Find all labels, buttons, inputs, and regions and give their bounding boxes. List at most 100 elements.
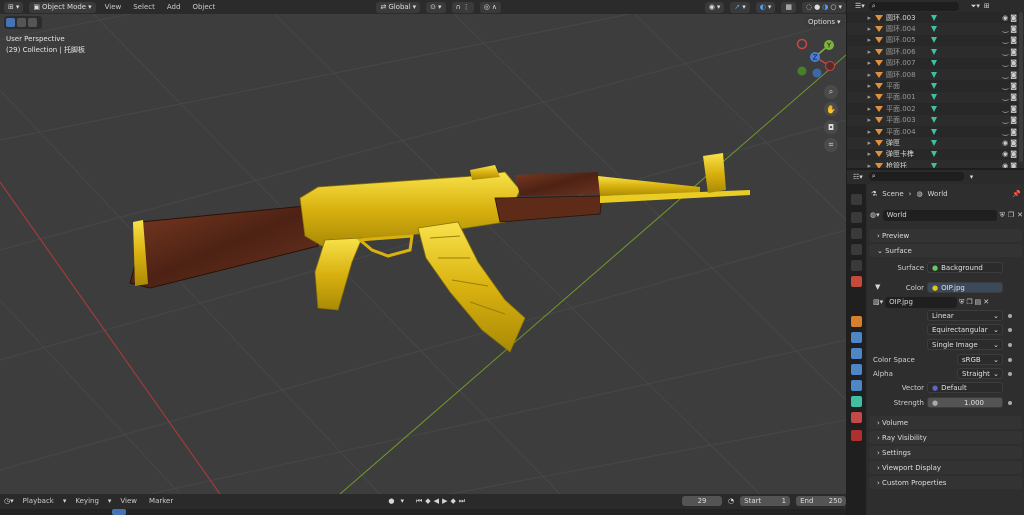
material-shading-icon[interactable]: ◑: [822, 3, 828, 11]
camera-icon[interactable]: ◙: [1010, 93, 1017, 101]
eye-closed-icon[interactable]: ‿: [1003, 128, 1009, 136]
rendered-shading-icon[interactable]: ○: [830, 3, 836, 11]
keyframe-dot[interactable]: [1008, 328, 1012, 332]
modifier-tab-icon[interactable]: [851, 332, 862, 343]
volume-panel[interactable]: › Volume: [869, 416, 1022, 429]
outliner-scrollbar[interactable]: [1019, 12, 1023, 162]
solid-shading-icon[interactable]: ●: [814, 3, 820, 11]
eye-closed-icon[interactable]: ‿: [1003, 93, 1009, 101]
world-tab-icon[interactable]: [851, 276, 862, 287]
outliner-search-input[interactable]: ⌕: [868, 1, 959, 11]
playhead[interactable]: [112, 509, 126, 515]
unlink-icon[interactable]: ✕: [1017, 211, 1023, 219]
select-tool-box[interactable]: [4, 16, 42, 29]
particles-tab-icon[interactable]: [851, 348, 862, 359]
timeline-ruler[interactable]: [0, 509, 846, 515]
select-mode-extend-icon[interactable]: [28, 18, 37, 27]
outliner-editor-icon[interactable]: ☰▾: [855, 2, 865, 10]
ray-visibility-panel[interactable]: › Ray Visibility: [869, 431, 1022, 444]
settings-panel[interactable]: › Settings: [869, 446, 1022, 459]
eye-closed-icon[interactable]: ‿: [1003, 105, 1009, 113]
record-icon[interactable]: ●: [388, 497, 394, 505]
eye-closed-icon[interactable]: ‿: [1003, 25, 1009, 33]
overlays-button[interactable]: ◐ ▾: [755, 1, 776, 13]
vector-field[interactable]: ● Default: [927, 382, 1003, 393]
custom-properties-panel[interactable]: › Custom Properties: [869, 476, 1022, 489]
expand-arrow-icon[interactable]: ▸: [847, 71, 875, 79]
scene-tab-icon[interactable]: [851, 260, 862, 271]
camera-icon[interactable]: ◙: [1010, 162, 1017, 168]
camera-icon[interactable]: ◙: [1010, 71, 1017, 79]
outliner-row[interactable]: ▸ 平面.004 ‿ ◙: [847, 126, 1024, 137]
new-collection-icon[interactable]: ⊞: [984, 2, 990, 10]
expand-arrow-icon[interactable]: ▸: [847, 36, 875, 44]
tool-tab-icon[interactable]: [851, 194, 862, 205]
camera-icon[interactable]: ◙: [1010, 116, 1017, 124]
eye-icon[interactable]: ◉: [1002, 14, 1008, 22]
alpha-dropdown[interactable]: Straight ⌄: [957, 368, 1003, 379]
menu-object[interactable]: Object: [189, 3, 218, 11]
clock-icon[interactable]: ◔: [728, 497, 734, 505]
world-name-field[interactable]: World: [882, 209, 997, 221]
physics-tab-icon[interactable]: [851, 364, 862, 375]
object-tab-icon[interactable]: [851, 316, 862, 327]
expand-arrow-icon[interactable]: ▸: [847, 150, 875, 158]
expand-arrow-icon[interactable]: ▸: [847, 25, 875, 33]
mode-dropdown[interactable]: ▣ Object Mode ▾: [29, 1, 96, 13]
strength-field[interactable]: ● 1.000: [927, 397, 1003, 408]
expand-arrow-icon[interactable]: ▸: [847, 139, 875, 147]
proportional-edit-button[interactable]: ◎ ∧: [479, 1, 501, 13]
output-tab-icon[interactable]: [851, 228, 862, 239]
outliner-row[interactable]: ▸ 圆环.005 ‿ ◙: [847, 35, 1024, 46]
camera-icon[interactable]: ◙: [1010, 14, 1017, 22]
expand-arrow-icon[interactable]: ▸: [847, 105, 875, 113]
material-tab-icon[interactable]: [851, 412, 862, 423]
eye-closed-icon[interactable]: ‿: [1003, 71, 1009, 79]
outliner-row[interactable]: ▸ 枪管托 ◉ ◙: [847, 160, 1024, 168]
menu-timeline-view[interactable]: View: [117, 497, 140, 505]
camera-icon[interactable]: ◙: [1010, 128, 1017, 136]
select-mode-set-icon[interactable]: [17, 18, 26, 27]
open-folder-icon[interactable]: ▤: [975, 298, 982, 306]
image-name-field[interactable]: OIP.jpg: [885, 296, 958, 308]
eye-icon[interactable]: ◉: [1002, 162, 1008, 168]
keyframe-dot[interactable]: [1008, 401, 1012, 405]
expand-arrow-icon[interactable]: ▸: [847, 162, 875, 168]
navigation-gizmo[interactable]: Y Z: [790, 36, 840, 78]
camera-icon[interactable]: ◙: [1010, 36, 1017, 44]
interpolation-dropdown[interactable]: Linear ⌄: [927, 310, 1003, 321]
outliner-row[interactable]: ▸ 圆环.006 ‿ ◙: [847, 46, 1024, 58]
expand-arrow-icon[interactable]: ▸: [847, 82, 875, 90]
play-icon[interactable]: ▶: [442, 497, 447, 506]
snap-button[interactable]: ∩ ⋮: [451, 1, 474, 13]
keyframe-dot[interactable]: [1008, 343, 1012, 347]
editor-type-button[interactable]: ⊞ ▾: [4, 1, 24, 13]
camera-icon[interactable]: ◘: [824, 120, 838, 134]
camera-icon[interactable]: ◙: [1010, 59, 1017, 67]
expand-arrow-icon[interactable]: ▸: [847, 48, 875, 56]
menu-playback[interactable]: Playback: [20, 497, 57, 505]
camera-icon[interactable]: ◙: [1010, 82, 1017, 90]
camera-icon[interactable]: ◙: [1010, 150, 1017, 158]
fake-user-icon[interactable]: ⛨: [1000, 211, 1005, 220]
select-box-icon[interactable]: [6, 18, 15, 27]
menu-select[interactable]: Select: [130, 3, 158, 11]
expand-arrow-icon[interactable]: ▸: [847, 59, 875, 67]
expand-arrow-icon[interactable]: ▸: [847, 116, 875, 124]
camera-icon[interactable]: ◙: [1010, 139, 1017, 147]
keyframe-dot[interactable]: [1008, 358, 1012, 362]
play-reverse-icon[interactable]: ◀: [434, 497, 439, 506]
render-tab-icon[interactable]: [851, 212, 862, 223]
jump-start-icon[interactable]: ⏮: [416, 497, 422, 506]
menu-add[interactable]: Add: [164, 3, 184, 11]
duplicate-icon[interactable]: ❐: [1008, 211, 1014, 219]
expand-arrow-icon[interactable]: ▸: [847, 93, 875, 101]
camera-icon[interactable]: ◙: [1010, 25, 1017, 33]
outliner-row[interactable]: ▸ 圆环.004 ‿ ◙: [847, 23, 1024, 35]
shading-buttons[interactable]: ◌ ● ◑ ○ ▾: [802, 1, 846, 13]
eye-closed-icon[interactable]: ‿: [1003, 82, 1009, 90]
visibility-button[interactable]: ◉ ▾: [704, 1, 725, 13]
image-browse-icon[interactable]: ▧▾: [873, 298, 883, 306]
end-frame-field[interactable]: End 250: [796, 496, 846, 506]
orientation-dropdown[interactable]: ⇄ Global ▾: [376, 1, 421, 13]
